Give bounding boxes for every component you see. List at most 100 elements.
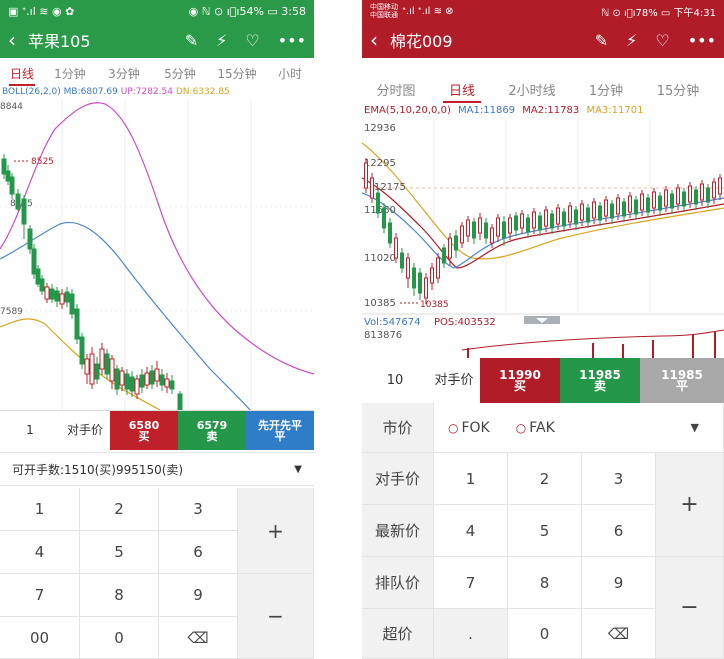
tab-3min[interactable]: 3分钟 xyxy=(96,65,152,82)
fak-radio-icon[interactable]: ○ xyxy=(516,421,526,435)
key-decimal[interactable]: . xyxy=(434,609,508,659)
tab-intraday[interactable]: 分时图 xyxy=(362,80,430,99)
key-3[interactable]: 3 xyxy=(159,488,238,531)
key-6[interactable]: 6 xyxy=(582,505,656,557)
price-type-selector[interactable]: 对手价 xyxy=(60,411,110,450)
buy-label: 买 xyxy=(513,378,526,393)
key-8[interactable]: 8 xyxy=(508,557,582,609)
side-latest-price[interactable]: 最新价 xyxy=(362,505,434,557)
edit-icon[interactable]: ✎ xyxy=(595,31,608,50)
candlestick-chart[interactable]: 8844 8525 8215 7589 xyxy=(0,99,314,410)
quantity-field[interactable]: 10 xyxy=(362,358,428,403)
key-1[interactable]: 1 xyxy=(434,453,508,505)
boll-upper-line xyxy=(0,102,314,375)
candle-body xyxy=(9,176,15,195)
key-5[interactable]: 5 xyxy=(80,531,159,574)
candle-body xyxy=(658,195,662,211)
key-0[interactable]: 0 xyxy=(80,617,159,659)
key-1[interactable]: 1 xyxy=(0,488,80,531)
sell-label: 卖 xyxy=(593,378,606,393)
lightning-icon[interactable]: ⚡ xyxy=(216,31,227,50)
candle-body xyxy=(478,217,482,234)
price-type-selector[interactable]: 对手价 xyxy=(428,358,480,403)
side-over-price[interactable]: 超价 xyxy=(362,609,434,659)
title-bar: ‹ 苹果105 ✎ ⚡ ♡ ••• xyxy=(0,22,314,58)
candles-group xyxy=(364,158,722,304)
key-9[interactable]: 9 xyxy=(159,574,238,617)
tab-2hour[interactable]: 2小时线 xyxy=(494,80,570,99)
candle-body xyxy=(448,237,452,259)
key-0[interactable]: 0 xyxy=(508,609,582,659)
decrement-button[interactable]: − xyxy=(656,557,724,659)
key-3[interactable]: 3 xyxy=(582,453,656,505)
key-4[interactable]: 4 xyxy=(0,531,80,574)
candle-body xyxy=(139,374,145,388)
buy-button[interactable]: 6580 买 xyxy=(110,411,178,450)
key-4[interactable]: 4 xyxy=(434,505,508,557)
back-arrow-icon[interactable]: ‹ xyxy=(8,28,26,52)
edit-icon[interactable]: ✎ xyxy=(185,31,198,50)
side-queue-price[interactable]: 排队价 xyxy=(362,557,434,609)
favorite-heart-icon[interactable]: ♡ xyxy=(245,31,259,50)
increment-button[interactable]: + xyxy=(238,488,314,574)
ema-legend: EMA(5,10,20,0,0) MA1:11869 MA2:11783 MA3… xyxy=(362,105,724,117)
tab-1min[interactable]: 1分钟 xyxy=(44,65,96,82)
sell-button[interactable]: 6579 卖 xyxy=(178,411,246,450)
close-position-button[interactable]: 11985 平 xyxy=(640,358,724,403)
available-lots-row[interactable]: 可开手数:1510(买)995150(卖) ▼ xyxy=(0,452,314,486)
lightning-icon[interactable]: ⚡ xyxy=(626,31,637,50)
dropdown-caret-icon[interactable]: ▼ xyxy=(294,464,302,475)
tab-5min[interactable]: 5分钟 xyxy=(152,65,208,82)
tab-1min[interactable]: 1分钟 xyxy=(570,80,642,99)
decrement-button[interactable]: − xyxy=(238,574,314,659)
candle-body xyxy=(39,278,45,292)
candle-body xyxy=(598,205,602,221)
candle-body xyxy=(430,267,434,284)
increment-button[interactable]: + xyxy=(656,453,724,557)
candle-body xyxy=(628,195,632,213)
tab-hour[interactable]: 小时 xyxy=(266,65,314,82)
close-position-button[interactable]: 先开先平 平 xyxy=(246,411,314,450)
candle-body xyxy=(682,191,686,207)
key-2[interactable]: 2 xyxy=(80,488,159,531)
legend-ma3: MA3:11701 xyxy=(586,105,644,116)
key-6[interactable]: 6 xyxy=(159,531,238,574)
fok-label[interactable]: FOK xyxy=(461,420,489,436)
buy-price: 6580 xyxy=(128,418,160,432)
fok-radio-icon[interactable]: ○ xyxy=(448,421,458,435)
favorite-heart-icon[interactable]: ♡ xyxy=(655,31,669,50)
sell-button[interactable]: 11985 卖 xyxy=(560,358,640,403)
sell-label: 卖 xyxy=(206,429,218,443)
key-7[interactable]: 7 xyxy=(0,574,80,617)
candlestick-chart[interactable]: 12936 12295 12175 11660 11020 10385 1038… xyxy=(362,118,724,358)
candle-body xyxy=(94,363,100,380)
more-icon[interactable]: ••• xyxy=(688,31,716,50)
buy-button[interactable]: 11990 买 xyxy=(480,358,560,403)
backspace-icon[interactable]: ⌫ xyxy=(582,609,656,659)
fak-label[interactable]: FAK xyxy=(529,420,555,436)
tab-15min[interactable]: 15分钟 xyxy=(642,80,714,99)
key-2[interactable]: 2 xyxy=(508,453,582,505)
side-counterparty-price[interactable]: 对手价 xyxy=(362,453,434,505)
status-left-icons: ▣ ᐩ.ıl ≋ ◉ ✿ xyxy=(8,4,75,18)
candle-body xyxy=(124,373,130,390)
key-8[interactable]: 8 xyxy=(80,574,159,617)
tab-15min[interactable]: 15分钟 xyxy=(208,65,266,82)
back-arrow-icon[interactable]: ‹ xyxy=(370,28,388,52)
ma1-line xyxy=(362,192,724,269)
candle-body xyxy=(550,213,554,229)
backspace-icon[interactable]: ⌫ xyxy=(159,617,238,659)
key-9[interactable]: 9 xyxy=(582,557,656,609)
market-price-option[interactable]: 市价 xyxy=(362,403,434,453)
key-5[interactable]: 5 xyxy=(508,505,582,557)
more-icon[interactable]: ••• xyxy=(278,31,306,50)
tab-daily[interactable]: 日线 xyxy=(0,65,44,86)
candle-body xyxy=(526,217,530,233)
status-bar: ▣ ᐩ.ıl ≋ ◉ ✿ ◉ ℕ ⊙ ı⃞ı54% ▭ 3:58 xyxy=(0,0,314,22)
key-00[interactable]: 00 xyxy=(0,617,80,659)
quantity-field[interactable]: 1 xyxy=(0,411,60,450)
candle-body xyxy=(406,257,410,279)
dropdown-caret-icon[interactable]: ▼ xyxy=(691,421,699,434)
key-7[interactable]: 7 xyxy=(434,557,508,609)
tab-daily[interactable]: 日线 xyxy=(430,80,494,103)
